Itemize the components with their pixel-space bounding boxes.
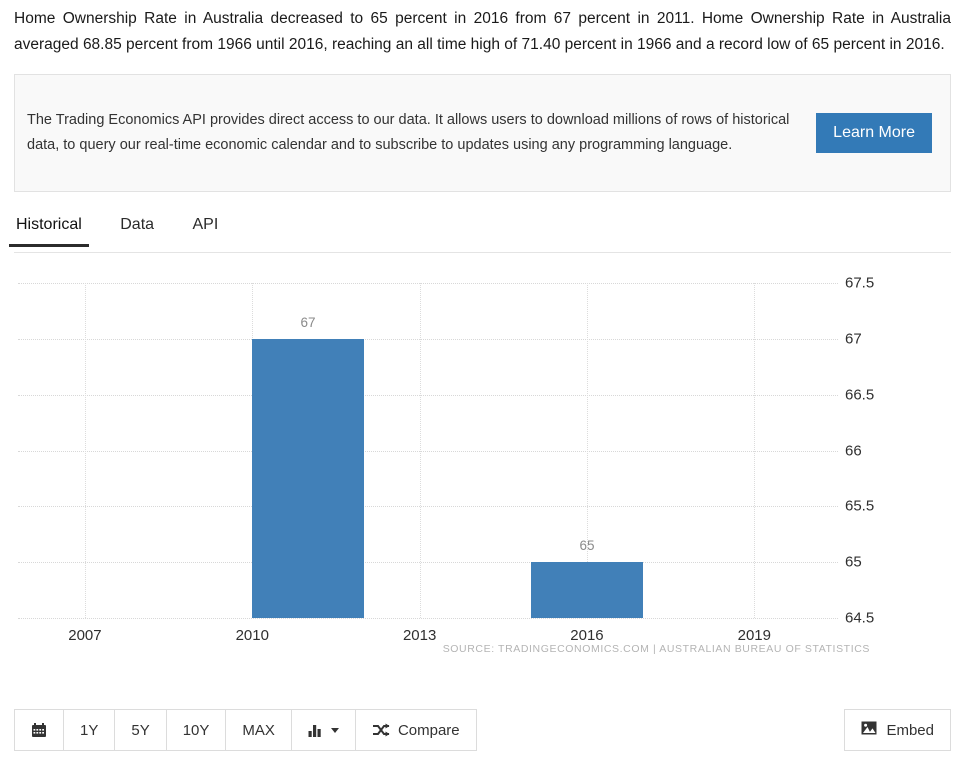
calendar-icon	[31, 722, 47, 738]
chart-gridline-vertical	[419, 283, 421, 618]
chart-y-axis-tick: 66.5	[845, 386, 875, 404]
tab-historical[interactable]: Historical	[9, 212, 89, 247]
tab-data[interactable]: Data	[118, 212, 156, 246]
embed-button[interactable]: Embed	[844, 709, 951, 751]
chart-x-axis-tick: 2013	[402, 627, 437, 644]
chart-container[interactable]: 67 65 SOURCE: TRADINGECONOMICS.COM | AUST…	[0, 265, 965, 665]
chart-y-axis-tick: 67	[845, 330, 862, 348]
chart-gridline-horizontal	[18, 394, 838, 396]
compare-label: Compare	[397, 721, 460, 739]
chart-x-axis-tick: 2019	[737, 627, 771, 644]
chart-bar[interactable]	[531, 562, 643, 618]
chart-y-axis-tick: 64.5	[845, 609, 875, 627]
chart-source-label: SOURCE: TRADINGECONOMICS.COM | AUSTRALIA…	[442, 643, 870, 655]
chart-y-axis-tick: 65.5	[845, 497, 875, 515]
api-promo-panel: The Trading Economics API provides direc…	[14, 74, 951, 192]
chart-y-axis-tick: 66	[845, 442, 862, 459]
shuffle-icon	[372, 723, 390, 738]
chart-x-axis-tick: 2010	[235, 627, 269, 644]
range-button-5y[interactable]: 5Y	[115, 710, 167, 750]
tab-bar: Historical Data API	[9, 212, 951, 253]
tab-api[interactable]: API	[191, 212, 221, 246]
compare-button[interactable]: Compare	[355, 710, 476, 750]
chart-bar-value-label: 67	[300, 314, 316, 330]
chart-gridline-horizontal	[18, 506, 838, 508]
range-button-max[interactable]: MAX	[226, 710, 292, 750]
chart-x-axis-tick: 2016	[570, 627, 604, 644]
chart-gridline-horizontal	[18, 338, 838, 340]
range-button-1y[interactable]: 1Y	[64, 710, 116, 750]
chart-y-axis-tick: 65	[845, 553, 862, 571]
chart-gridline-horizontal	[18, 450, 838, 452]
chart-bar-value-label: 65	[579, 538, 595, 554]
embed-label: Embed	[886, 721, 934, 739]
calendar-button[interactable]	[15, 710, 64, 750]
summary-paragraph: Home Ownership Rate in Australia decreas…	[14, 10, 951, 53]
chart-gridline-horizontal	[18, 562, 838, 564]
chart-gridline-horizontal	[18, 618, 838, 619]
image-icon	[861, 721, 877, 739]
chart-gridline-horizontal	[18, 283, 838, 284]
chart-plot-area[interactable]: 67 65	[18, 283, 838, 619]
bar-chart-icon	[308, 723, 325, 738]
chart-gridline-vertical	[754, 283, 756, 618]
api-promo-text: The Trading Economics API provides direc…	[27, 112, 790, 153]
learn-more-button[interactable]: Learn More	[816, 113, 932, 153]
chart-toolbar: 1Y 5Y 10Y MAX Compare Embed	[14, 708, 951, 752]
chart-y-axis-tick: 67.5	[845, 274, 875, 292]
chevron-down-icon	[330, 727, 339, 733]
chart-controls-group: 1Y 5Y 10Y MAX Compare	[14, 709, 477, 751]
chart-bar[interactable]	[252, 338, 364, 618]
chart-type-dropdown[interactable]	[291, 710, 356, 750]
range-button-10y[interactable]: 10Y	[166, 710, 227, 750]
chart-x-axis-tick: 2007	[68, 627, 102, 644]
chart-gridline-vertical	[84, 283, 86, 618]
